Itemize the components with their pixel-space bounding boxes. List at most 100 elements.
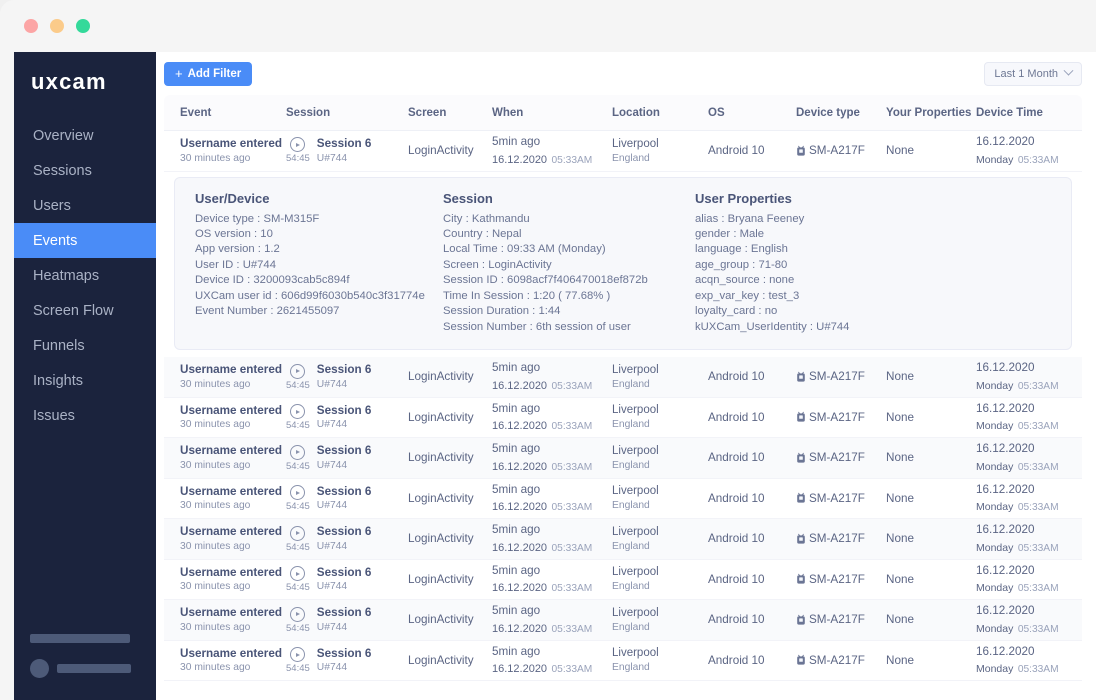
cell-session[interactable]: 54:45Session 6U#744 [286, 136, 408, 166]
session-replay-button[interactable]: 54:45 [286, 404, 310, 431]
cell-device-type: SM-A217F [796, 369, 886, 385]
sidebar-item-label: Events [33, 233, 77, 249]
column-header-screen[interactable]: Screen [408, 107, 492, 119]
cell-your-properties: None [886, 572, 976, 588]
table-row[interactable]: Username entered30 minutes ago54:45Sessi… [164, 131, 1082, 172]
table-row[interactable]: Username entered30 minutes ago54:45Sessi… [164, 479, 1082, 520]
location-city: Liverpool [612, 524, 708, 540]
column-header-your-properties[interactable]: Your Properties [886, 107, 976, 119]
cell-when: 5min ago16.12.2020 05:33AM [492, 401, 612, 435]
cell-screen: LoginActivity [408, 143, 492, 159]
session-replay-button[interactable]: 54:45 [286, 137, 310, 164]
cell-event: Username entered30 minutes ago [164, 136, 286, 166]
device-date: 16.12.2020 [976, 482, 1082, 498]
device-model: SM-A217F [809, 572, 865, 588]
session-replay-button[interactable]: 54:45 [286, 485, 310, 512]
screen-name: LoginActivity [408, 410, 492, 426]
column-header-when[interactable]: When [492, 107, 612, 119]
session-replay-button[interactable]: 54:45 [286, 445, 310, 472]
play-icon [290, 526, 305, 541]
event-ago: 30 minutes ago [180, 418, 286, 432]
cell-session[interactable]: 54:45Session 6U#744 [286, 443, 408, 473]
cell-session[interactable]: 54:45Session 6U#744 [286, 403, 408, 433]
cell-os: Android 10 [708, 531, 796, 547]
session-info: Session 6U#744 [317, 646, 372, 676]
sidebar-item-users[interactable]: Users [14, 188, 156, 223]
when-timestamp: 16.12.2020 05:33AM [492, 457, 612, 475]
event-ago: 30 minutes ago [180, 540, 286, 554]
column-header-session[interactable]: Session [286, 107, 408, 119]
sidebar-item-events[interactable]: Events [14, 223, 156, 258]
when-ago: 5min ago [492, 522, 612, 538]
detail-line: loyalty_card : no [695, 304, 995, 319]
column-header-device-type[interactable]: Device type [796, 107, 886, 119]
session-info: Session 6U#744 [317, 605, 372, 635]
session-replay-button[interactable]: 54:45 [286, 647, 310, 674]
cell-screen: LoginActivity [408, 369, 492, 385]
table-row[interactable]: Username entered30 minutes ago54:45Sessi… [164, 398, 1082, 439]
detail-line: OS version : 10 [195, 227, 443, 242]
cell-session[interactable]: 54:45 Session 6U#744 [286, 605, 408, 635]
toolbar: + Add Filter Last 1 Month [156, 52, 1096, 95]
os-version: Android 10 [708, 369, 796, 385]
cell-location: LiverpoolEngland [612, 605, 708, 636]
table-row[interactable]: Username entered30 minutes ago54:45Sessi… [164, 600, 1082, 641]
sidebar-item-screen-flow[interactable]: Screen Flow [14, 293, 156, 328]
device-date: 16.12.2020 [976, 603, 1082, 619]
when-ago: 5min ago [492, 563, 612, 579]
your-properties-value: None [886, 410, 976, 426]
cell-device-type: SM-A217F [796, 612, 886, 628]
detail-line: language : English [695, 242, 995, 257]
when-ago: 5min ago [492, 603, 612, 619]
cell-when: 5min ago16.12.2020 05:33AM [492, 603, 612, 637]
cell-session[interactable]: 54:45Session 6U#744 [286, 565, 408, 595]
session-replay-button[interactable]: 54:45 [286, 364, 310, 391]
cell-session[interactable]: 54:45Session 6U#744 [286, 524, 408, 554]
cell-screen: LoginActivity [408, 450, 492, 466]
when-ago: 5min ago [492, 134, 612, 150]
placeholder-bar [30, 634, 130, 643]
session-replay-button[interactable]: 54:45 [286, 607, 310, 634]
cell-session[interactable]: 54:45 Session 6U#744 [286, 646, 408, 676]
sidebar-item-insights[interactable]: Insights [14, 363, 156, 398]
sidebar-item-funnels[interactable]: Funnels [14, 328, 156, 363]
sidebar-item-label: Screen Flow [33, 303, 114, 319]
event-name: Username entered [180, 565, 286, 581]
sidebar-item-heatmaps[interactable]: Heatmaps [14, 258, 156, 293]
table-row[interactable]: Username entered30 minutes ago54:45Sessi… [164, 560, 1082, 601]
date-range-selector[interactable]: Last 1 Month [984, 62, 1082, 86]
event-name: Username entered [180, 443, 286, 459]
cell-when: 5min ago16.12.2020 05:33AM [492, 644, 612, 678]
location-country: England [612, 459, 708, 473]
maximize-dot[interactable] [76, 19, 90, 33]
location-city: Liverpool [612, 443, 708, 459]
sidebar-item-label: Funnels [33, 338, 85, 354]
column-header-event[interactable]: Event [164, 107, 286, 119]
detail-session: Session City : Kathmandu Country : Nepal… [443, 191, 695, 336]
table-row[interactable]: Username entered30 minutes ago54:45Sessi… [164, 357, 1082, 398]
column-header-location[interactable]: Location [612, 107, 708, 119]
column-header-device-time[interactable]: Device Time [976, 107, 1082, 119]
cell-session[interactable]: 54:45Session 6U#744 [286, 484, 408, 514]
detail-line: age_group : 71-80 [695, 258, 995, 273]
close-dot[interactable] [24, 19, 38, 33]
sidebar-item-issues[interactable]: Issues [14, 398, 156, 433]
cell-device-time: 16.12.2020Monday 05:33AM [976, 644, 1082, 678]
cell-session[interactable]: 54:45Session 6U#744 [286, 362, 408, 392]
sidebar-item-sessions[interactable]: Sessions [14, 153, 156, 188]
cell-device-type: SM-A217F [796, 572, 886, 588]
android-device-icon [796, 573, 806, 585]
table-row[interactable]: Username entered30 minutes ago54:45Sessi… [164, 641, 1082, 682]
android-device-icon [796, 371, 806, 383]
table-row[interactable]: Username entered30 minutes ago54:45Sessi… [164, 519, 1082, 560]
event-name: Username entered [180, 484, 286, 500]
sidebar-item-overview[interactable]: Overview [14, 118, 156, 153]
uxcam-logo[interactable]: uxcam [14, 52, 156, 118]
add-filter-button[interactable]: + Add Filter [164, 62, 252, 86]
column-header-os[interactable]: OS [708, 107, 796, 119]
table-row[interactable]: Username entered30 minutes ago54:45Sessi… [164, 438, 1082, 479]
minimize-dot[interactable] [50, 19, 64, 33]
session-replay-button[interactable]: 54:45 [286, 566, 310, 593]
session-replay-button[interactable]: 54:45 [286, 526, 310, 553]
cell-event: Username entered30 minutes ago [164, 565, 286, 595]
